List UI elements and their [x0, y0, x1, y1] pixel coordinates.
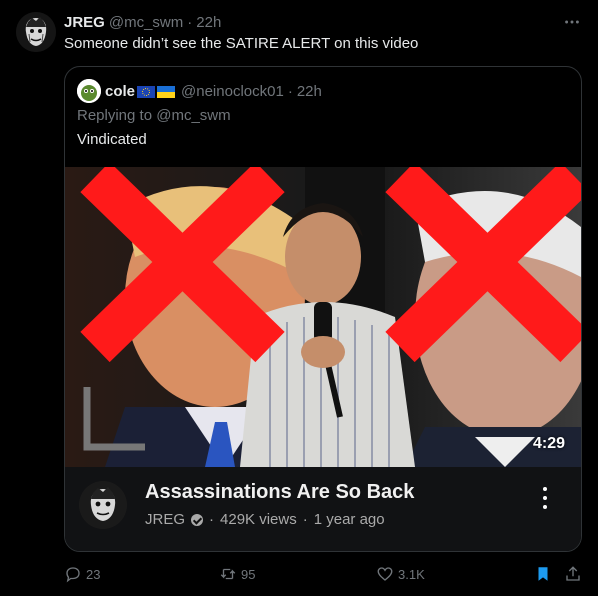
channel-avatar[interactable] — [79, 481, 127, 529]
thumbnail-image — [65, 167, 581, 467]
video-thumbnail[interactable]: 4:29 — [65, 167, 581, 467]
quote-timestamp[interactable]: 22h — [297, 83, 322, 100]
tweet-text: Someone didn’t see the SATIRE ALERT on t… — [64, 35, 419, 52]
reply-button[interactable]: 23 — [64, 562, 100, 586]
quote-author-name[interactable]: cole — [105, 83, 135, 100]
quote-header: cole @neinoclock01 · 22h — [77, 79, 322, 103]
replying-to-mention[interactable]: @mc_swm — [156, 107, 230, 124]
video-metadata[interactable]: Assassinations Are So Back JREG · 429K v… — [65, 467, 581, 551]
separator-dot: · — [187, 13, 193, 31]
reply-count: 23 — [86, 566, 101, 582]
quote-text: Vindicated — [77, 131, 147, 148]
video-title[interactable]: Assassinations Are So Back — [145, 481, 414, 504]
video-duration: 4:29 — [532, 435, 565, 452]
bookmark-button[interactable] — [534, 562, 556, 586]
quote-author-avatar[interactable] — [77, 79, 101, 103]
more-vertical-icon[interactable] — [535, 483, 555, 513]
replying-to: Replying to @mc_swm — [77, 107, 231, 124]
eu-flag-icon — [137, 85, 156, 98]
retweet-button[interactable]: 95 — [219, 562, 255, 586]
timestamp[interactable]: 22h — [196, 14, 221, 31]
replying-to-label: Replying to — [77, 107, 153, 124]
video-age: 1 year ago — [313, 511, 385, 528]
tweet: JREG @mc_swm · 22h Someone didn’t see th… — [0, 0, 598, 596]
video-subtitle: JREG · 429K views · 1 year ago — [145, 511, 385, 528]
separator-dot: · — [209, 511, 215, 528]
more-horizontal-icon[interactable] — [562, 12, 582, 32]
retweet-icon — [220, 568, 236, 580]
retweet-count: 95 — [241, 566, 256, 582]
separator-dot: · — [302, 511, 308, 528]
separator-dot: · — [287, 82, 293, 100]
reply-icon — [66, 567, 80, 583]
share-icon — [566, 566, 580, 581]
quote-author-handle[interactable]: @neinoclock01 — [181, 83, 284, 100]
author-avatar[interactable] — [16, 12, 56, 52]
author-name[interactable]: JREG — [64, 14, 105, 31]
like-button[interactable]: 3.1K — [376, 562, 425, 586]
ukraine-flag-icon — [157, 85, 176, 98]
tweet-header: JREG @mc_swm · 22h — [64, 12, 221, 32]
quoted-tweet[interactable]: cole @neinoclock01 · 22h Replying to @mc… — [64, 66, 582, 552]
channel-name[interactable]: JREG — [145, 511, 185, 528]
share-button[interactable] — [564, 562, 586, 586]
bookmark-icon — [538, 567, 548, 581]
tweet-actions: 23 95 3.1K — [64, 562, 584, 586]
view-count: 429K views — [220, 511, 297, 528]
like-count: 3.1K — [398, 566, 425, 582]
verified-icon — [191, 513, 204, 526]
heart-icon — [377, 567, 393, 581]
author-handle[interactable]: @mc_swm — [109, 14, 183, 31]
